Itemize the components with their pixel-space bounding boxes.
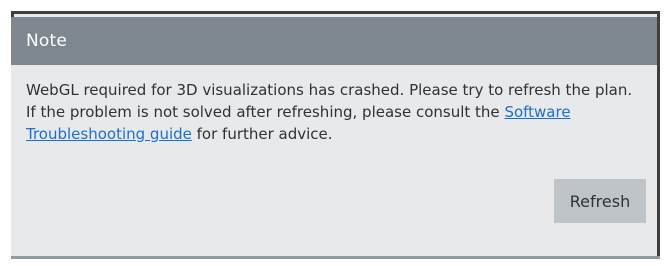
dialog-body: WebGL required for 3D visualizations has…	[11, 65, 657, 256]
refresh-button[interactable]: Refresh	[554, 179, 646, 223]
message-text-part2: for further advice.	[191, 125, 333, 143]
dialog-message: WebGL required for 3D visualizations has…	[26, 79, 646, 145]
dialog-title: Note	[26, 31, 68, 51]
note-dialog: Note WebGL required for 3D visualization…	[11, 11, 657, 256]
dialog-header: Note	[11, 17, 657, 65]
